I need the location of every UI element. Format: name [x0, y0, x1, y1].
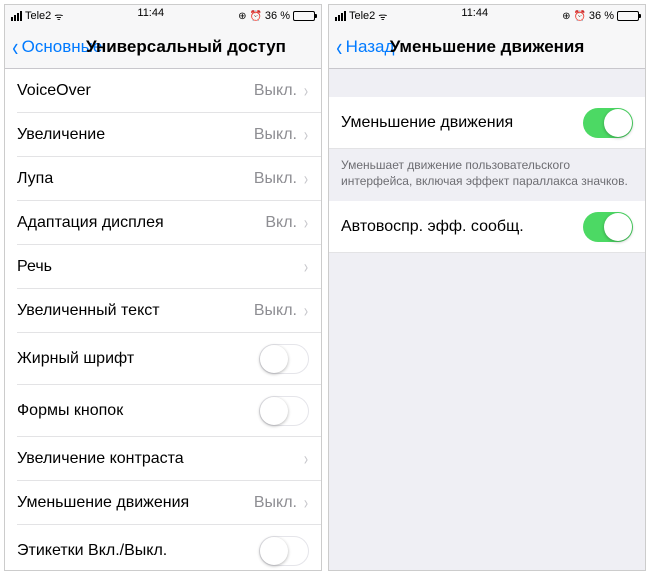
settings-row[interactable]: Уменьшение движения Выкл. ›: [5, 481, 321, 525]
chevron-right-icon: ›: [304, 213, 308, 234]
phone-left: Tele2 ᯤ 11:44 ⊕ ⏰ 36 % ‹ Основные Универ…: [4, 4, 322, 571]
row-value: Выкл.: [254, 302, 297, 320]
net-icon: ⊕: [562, 11, 570, 22]
chevron-right-icon: ›: [304, 257, 308, 278]
signal-icon: [335, 11, 346, 21]
toggle-switch[interactable]: [583, 108, 633, 138]
row-value: Выкл.: [254, 82, 297, 100]
row-label: VoiceOver: [17, 82, 91, 100]
chevron-right-icon: ›: [304, 301, 308, 322]
chevron-right-icon: ›: [304, 449, 308, 470]
battery-icon: [293, 11, 315, 21]
settings-row[interactable]: Речь ›: [5, 245, 321, 289]
status-time: 11:44: [137, 7, 164, 25]
back-button[interactable]: ‹ Назад: [335, 34, 394, 60]
row-label: Этикетки Вкл./Выкл.: [17, 542, 167, 560]
settings-row[interactable]: Формы кнопок: [5, 385, 321, 437]
phone-right: Tele2 ᯤ 11:44 ⊕ ⏰ 36 % ‹ Назад Уменьшени…: [328, 4, 646, 571]
chevron-right-icon: ›: [304, 81, 308, 102]
carrier-label: Tele2: [25, 10, 51, 22]
back-button[interactable]: ‹ Основные: [11, 34, 102, 60]
battery-pct: 36 %: [589, 10, 614, 22]
chevron-left-icon: ‹: [336, 34, 342, 60]
alarm-icon: ⏰: [249, 11, 261, 22]
status-bar: Tele2 ᯤ 11:44 ⊕ ⏰ 36 %: [329, 5, 645, 25]
row-label: Речь: [17, 258, 52, 276]
settings-row[interactable]: Увеличение Выкл. ›: [5, 113, 321, 157]
row-label: Адаптация дисплея: [17, 214, 164, 232]
settings-row[interactable]: Жирный шрифт: [5, 333, 321, 385]
row-label: Автовоспр. эфф. сообщ.: [341, 218, 524, 236]
row-label: Формы кнопок: [17, 402, 123, 420]
wifi-icon: ᯤ: [54, 9, 63, 23]
back-label: Назад: [346, 37, 395, 57]
settings-row[interactable]: Увеличение контраста ›: [5, 437, 321, 481]
settings-row[interactable]: Увеличенный текст Выкл. ›: [5, 289, 321, 333]
settings-row[interactable]: VoiceOver Выкл. ›: [5, 69, 321, 113]
row-value: Выкл.: [254, 126, 297, 144]
settings-row[interactable]: Лупа Выкл. ›: [5, 157, 321, 201]
net-icon: ⊕: [238, 11, 246, 22]
status-bar: Tele2 ᯤ 11:44 ⊕ ⏰ 36 %: [5, 5, 321, 25]
row-value: Выкл.: [254, 494, 297, 512]
chevron-right-icon: ›: [304, 169, 308, 190]
row-label: Жирный шрифт: [17, 350, 134, 368]
section-footer: Уменьшает движение пользовательского инт…: [329, 149, 645, 201]
toggle-switch[interactable]: [259, 344, 309, 374]
row-value: Вкл.: [265, 214, 297, 232]
nav-bar: ‹ Назад Уменьшение движения: [329, 25, 645, 69]
toggle-switch[interactable]: [259, 536, 309, 566]
row-label: Увеличенный текст: [17, 302, 160, 320]
battery-icon: [617, 11, 639, 21]
battery-pct: 36 %: [265, 10, 290, 22]
chevron-right-icon: ›: [304, 125, 308, 146]
wifi-icon: ᯤ: [378, 9, 387, 23]
row-label: Увеличение контраста: [17, 450, 184, 468]
settings-row[interactable]: Автовоспр. эфф. сообщ.: [329, 201, 645, 253]
toggle-switch[interactable]: [583, 212, 633, 242]
status-time: 11:44: [461, 7, 488, 25]
row-value: Выкл.: [254, 170, 297, 188]
toggle-switch[interactable]: [259, 396, 309, 426]
signal-icon: [11, 11, 22, 21]
alarm-icon: ⏰: [573, 11, 585, 22]
settings-row[interactable]: Уменьшение движения: [329, 97, 645, 149]
chevron-left-icon: ‹: [12, 34, 18, 60]
settings-row[interactable]: Этикетки Вкл./Выкл.: [5, 525, 321, 570]
settings-row[interactable]: Адаптация дисплея Вкл. ›: [5, 201, 321, 245]
settings-list: VoiceOver Выкл. › Увеличение Выкл. › Лупа Выкл.…: [5, 69, 321, 570]
carrier-label: Tele2: [349, 10, 375, 22]
nav-bar: ‹ Основные Универсальный доступ: [5, 25, 321, 69]
row-label: Увеличение: [17, 126, 105, 144]
row-label: Уменьшение движения: [17, 494, 189, 512]
row-label: Уменьшение движения: [341, 114, 513, 132]
row-label: Лупа: [17, 170, 53, 188]
back-label: Основные: [22, 37, 103, 57]
chevron-right-icon: ›: [304, 493, 308, 514]
settings-list: Уменьшение движения Уменьшает движение п…: [329, 69, 645, 570]
